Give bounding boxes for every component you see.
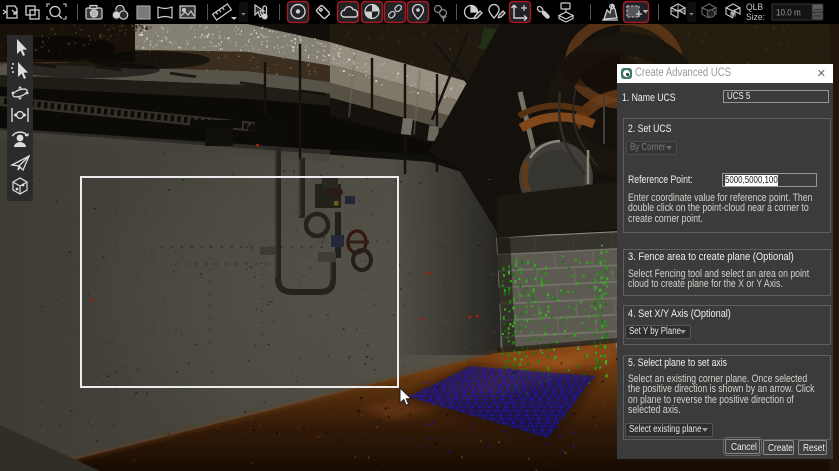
svg-text:10.0 m: 10.0 m — [776, 7, 801, 18]
svg-text:Size:: Size: — [746, 12, 765, 23]
svg-text:M: M — [730, 12, 736, 19]
svg-text:QLB: QLB — [746, 2, 763, 13]
